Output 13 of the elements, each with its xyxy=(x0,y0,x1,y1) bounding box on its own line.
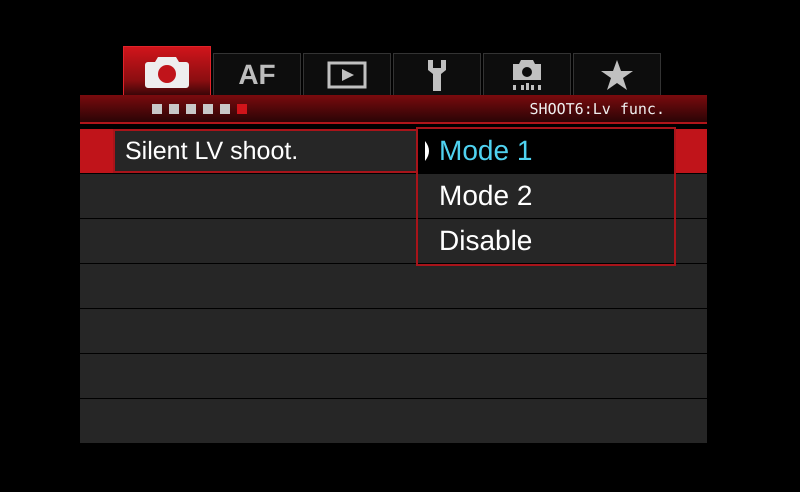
menu-title: SHOOT6:Lv func. xyxy=(530,100,665,118)
menu-item-label: Silent LV shoot. xyxy=(125,136,298,166)
star-icon xyxy=(600,58,634,90)
menu-tab[interactable]: AF xyxy=(213,53,301,95)
play-icon xyxy=(327,60,367,88)
camera-icon xyxy=(510,58,544,92)
option-item[interactable]: Mode 1 xyxy=(418,129,674,174)
menu-tab[interactable] xyxy=(483,53,571,95)
menu-tab[interactable] xyxy=(573,53,661,95)
menu-tab[interactable] xyxy=(123,46,211,95)
af-label: AF xyxy=(238,58,276,90)
menu-tab[interactable] xyxy=(393,53,481,95)
menu-tab[interactable] xyxy=(303,53,391,95)
